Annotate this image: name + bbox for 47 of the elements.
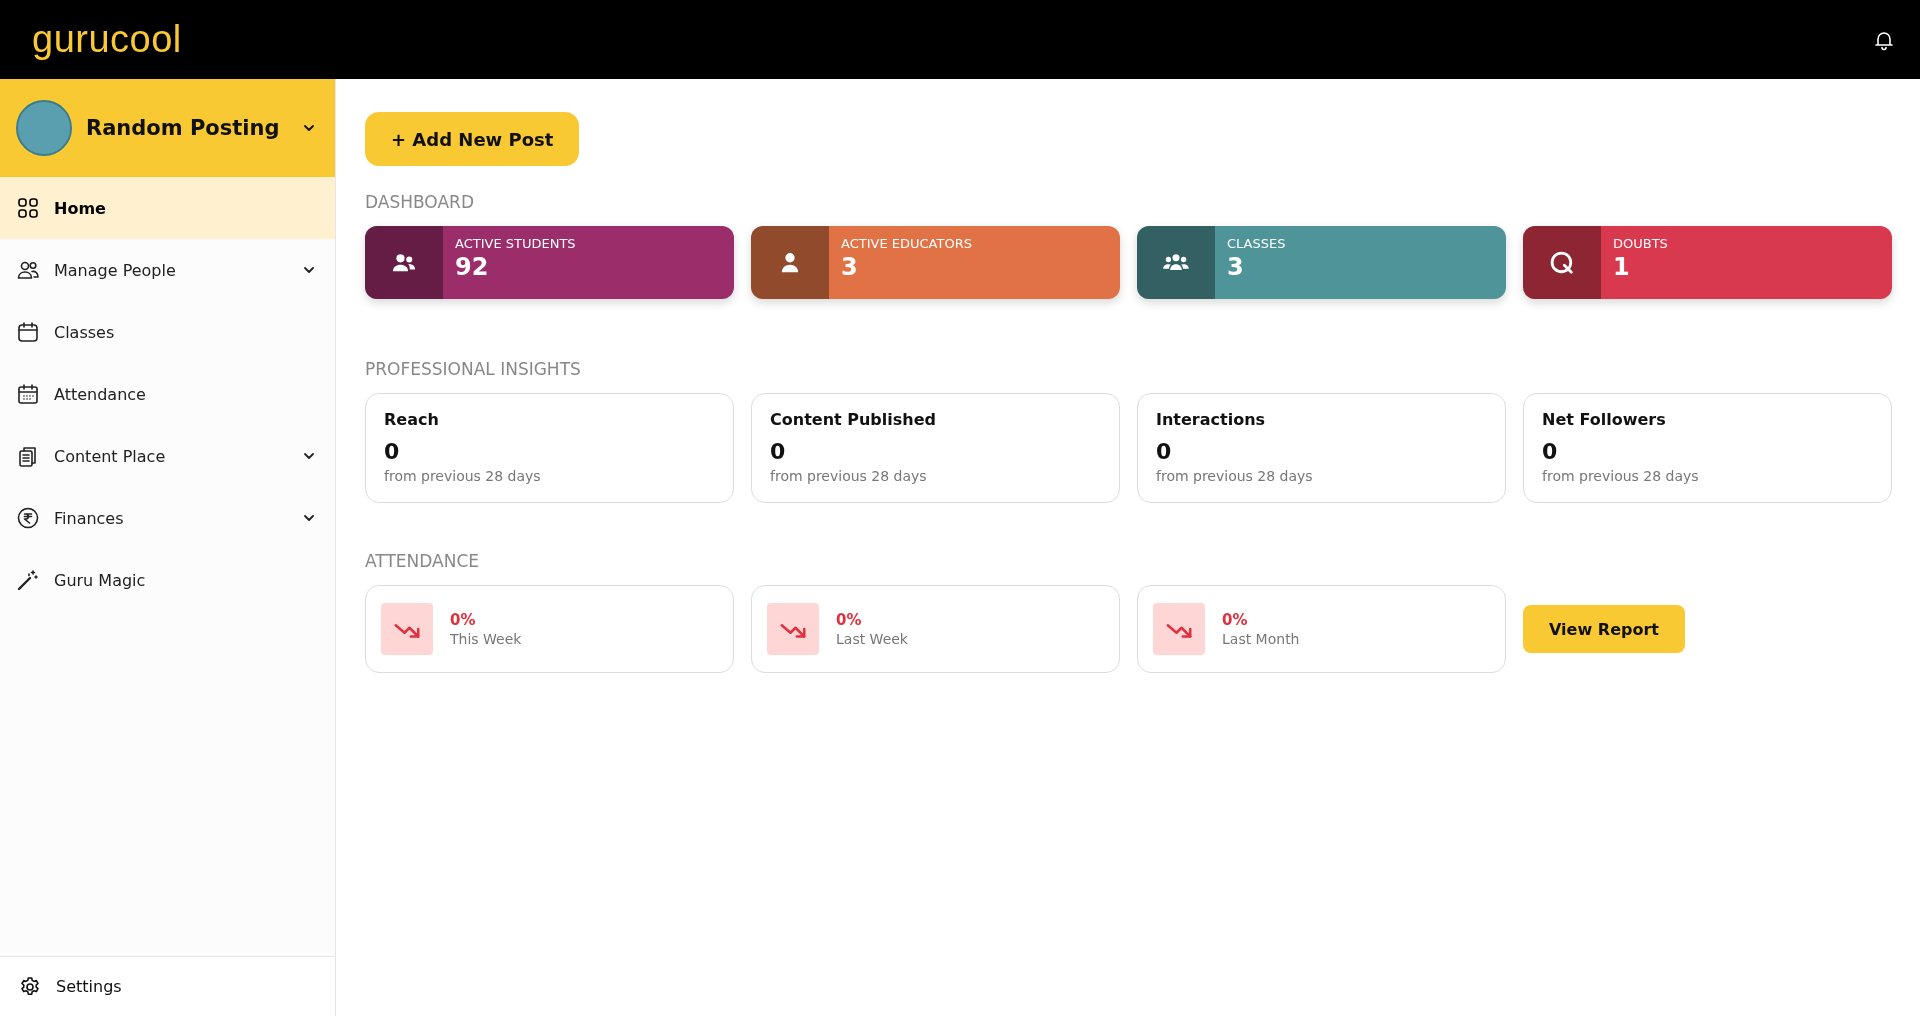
sidebar-item[interactable]: Content Place — [0, 425, 335, 487]
stat-label: ACTIVE STUDENTS — [455, 236, 576, 251]
section-heading: PROFESSIONAL INSIGHTS — [365, 359, 582, 379]
stat-value: 1 — [1613, 253, 1631, 281]
insight-value: 0 — [384, 439, 401, 464]
stat-label: CLASSES — [1227, 236, 1286, 251]
magic-wand-icon — [16, 568, 40, 592]
insight-title: Interactions — [1156, 410, 1267, 429]
stat-value: 3 — [1227, 253, 1245, 281]
attendance-percent: 0% — [836, 611, 863, 629]
attendance-period: Last Week — [836, 631, 908, 647]
insight-value: 0 — [1542, 439, 1559, 464]
insight-title: Reach — [384, 410, 440, 429]
insight-title: Net Followers — [1542, 410, 1667, 429]
section-heading: ATTENDANCE — [365, 551, 480, 571]
insight-title: Content Published — [770, 410, 937, 429]
grid-icon — [16, 196, 40, 220]
sidebar-item[interactable]: Attendance — [0, 363, 335, 425]
attendance-percent: 0% — [450, 611, 477, 629]
avatar-image — [16, 100, 72, 156]
stat-label: ACTIVE EDUCATORS — [841, 236, 972, 251]
workspace-name: Random Posting — [86, 116, 281, 140]
attendance-period: Last Month — [1222, 631, 1300, 647]
insight-value: 0 — [1156, 439, 1173, 464]
logo: gurucool — [32, 18, 182, 61]
insight-value: 0 — [770, 439, 787, 464]
attendance-period: This Week — [450, 631, 522, 647]
workspace-selector[interactable]: Random Posting — [0, 79, 335, 177]
sidebar-item[interactable]: Finances — [0, 487, 335, 549]
stat-value: 3 — [841, 253, 859, 281]
insight-note: from previous 28 days — [1156, 468, 1314, 484]
calendar-grid-icon — [16, 382, 40, 406]
add-new-post-button[interactable]: + Add New Post — [365, 112, 580, 166]
sidebar-item[interactable]: Home — [0, 177, 335, 239]
sidebar-item[interactable]: Classes — [0, 301, 335, 363]
rupee-icon — [16, 506, 40, 530]
insight-note: from previous 28 days — [1542, 468, 1700, 484]
insight-note: from previous 28 days — [770, 468, 928, 484]
calendar-icon — [16, 320, 40, 344]
stat-value: 92 — [455, 253, 490, 281]
stat-label: DOUBTS — [1613, 236, 1668, 251]
attendance-percent: 0% — [1222, 611, 1249, 629]
section-heading: DASHBOARD — [365, 192, 475, 212]
sidebar-item[interactable]: Manage People — [0, 239, 335, 301]
insight-note: from previous 28 days — [384, 468, 542, 484]
view-report-button[interactable]: View Report — [1523, 605, 1685, 653]
sidebar-item[interactable]: Guru Magic — [0, 549, 335, 611]
